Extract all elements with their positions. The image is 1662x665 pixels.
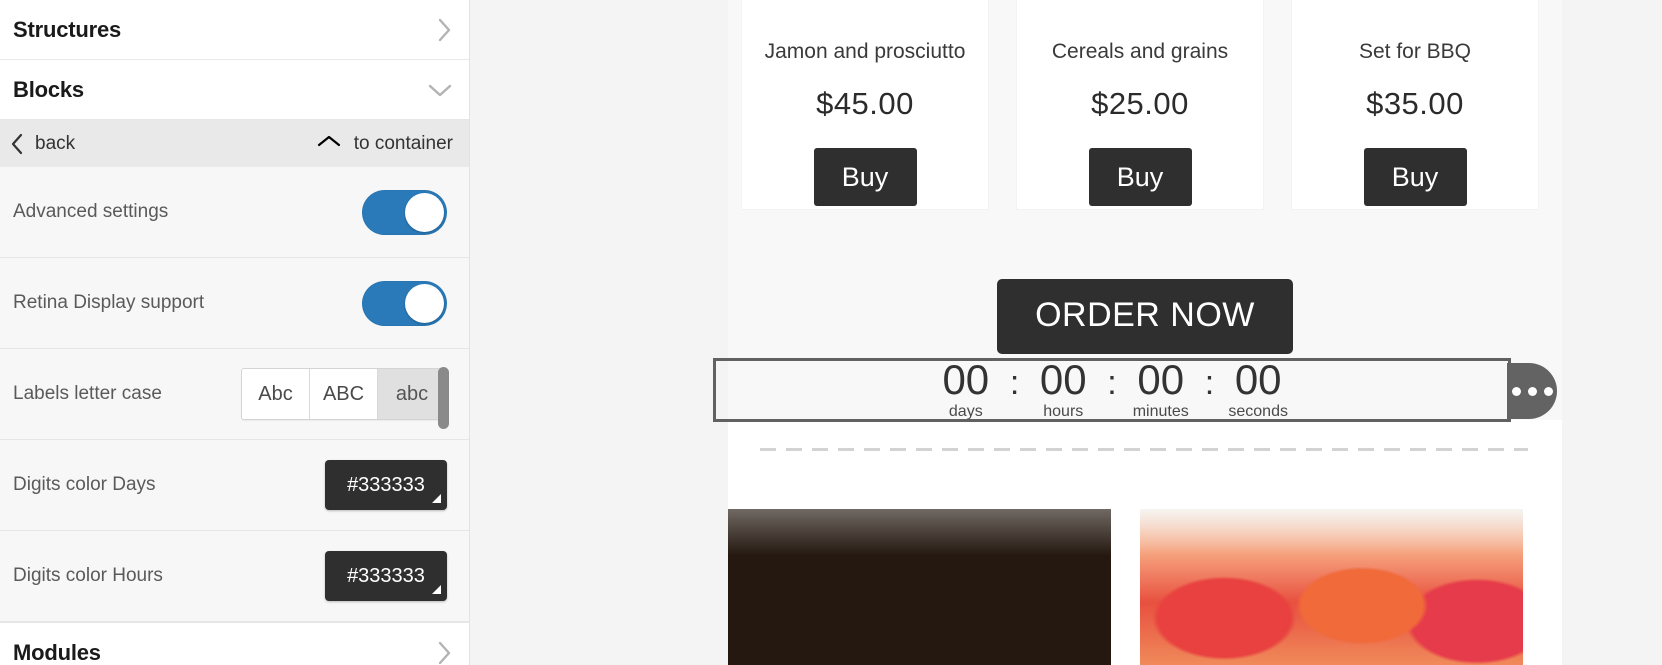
letter-case-option-upper[interactable]: ABC [310,369,378,419]
product-card[interactable]: Cereals and grains $25.00 Buy [1017,0,1263,209]
setting-row-digits-color-hours: Digits color Hours #333333 [0,531,469,622]
product-image-placeholder [742,0,988,40]
sidebar-section-modules-label: Modules [13,639,101,665]
gallery-image-salmon-rolls[interactable] [1140,509,1523,665]
setting-label-retina-display-support: Retina Display support [13,292,205,313]
order-now-wrapper: ORDER NOW [728,279,1562,354]
buy-button[interactable]: Buy [1088,148,1192,206]
countdown-label-seconds: seconds [1228,403,1288,420]
photo-gallery [728,509,1562,665]
sidebar-section-blocks[interactable]: Blocks [0,60,469,120]
countdown-digits-seconds: 00 [1234,356,1282,403]
sidebar-section-structures[interactable]: Structures [0,0,469,60]
countdown-digits-minutes: 00 [1137,356,1185,403]
product-price: $35.00 [1366,86,1464,121]
image-overlay [1140,509,1523,665]
countdown-timer: 00 days : 00 hours : 00 minutes : 00 sec… [716,359,1508,421]
product-image-placeholder [1017,0,1263,40]
product-card[interactable]: Set for BBQ $35.00 Buy [1292,0,1538,209]
chevron-right-icon[interactable] [437,640,453,665]
setting-label-advanced-settings: Advanced settings [13,201,169,222]
toggle-advanced-settings[interactable] [362,189,447,235]
buy-button[interactable]: Buy [1363,148,1467,206]
settings-list: Advanced settings Retina Display support… [0,167,469,622]
countdown-unit-minutes: 00 minutes [1117,359,1205,421]
setting-label-labels-letter-case: Labels letter case [13,383,162,404]
sidebar-scrollbar-thumb[interactable] [438,367,449,429]
countdown-separator: : [1204,363,1215,402]
setting-label-digits-color-days: Digits color Days [13,474,156,495]
color-picker-digits-color-hours[interactable]: #333333 [325,551,447,601]
page-canvas: Jamon and prosciutto $45.00 Buy Cereals … [470,0,1662,665]
product-card[interactable]: Jamon and prosciutto $45.00 Buy [742,0,988,209]
countdown-unit-hours: 00 hours [1019,359,1107,421]
chevron-right-icon[interactable] [437,17,453,43]
countdown-unit-days: 00 days [922,359,1010,421]
product-title: Jamon and prosciutto [764,40,966,63]
letter-case-option-abc-title[interactable]: Abc [242,369,310,419]
color-value-days: #333333 [347,473,425,496]
selected-block-countdown[interactable]: 00 days : 00 hours : 00 minutes : 00 sec… [713,358,1557,422]
editor-window: Structures Blocks back to container Adva… [0,0,1662,665]
segmented-labels-letter-case: Abc ABC abc [241,368,447,420]
countdown-separator: : [1107,363,1117,402]
color-picker-digits-color-days[interactable]: #333333 [325,460,447,510]
countdown-digits-hours: 00 [1039,356,1087,403]
back-button-label: back [35,132,76,154]
product-card-list: Jamon and prosciutto $45.00 Buy Cereals … [742,0,1538,209]
countdown-digits-days: 00 [942,356,990,403]
sidebar-scrollbar[interactable] [438,107,449,605]
gallery-image-canapes[interactable] [728,509,1111,665]
chevron-left-icon [11,133,24,155]
countdown-label-hours: hours [1043,403,1084,420]
image-overlay [728,509,1111,665]
countdown-unit-seconds: 00 seconds [1214,359,1302,421]
countdown-label-minutes: minutes [1132,403,1189,420]
sidebar-section-blocks-label: Blocks [13,76,84,102]
sidebar-section-structures-label: Structures [13,16,122,42]
countdown-label-days: days [948,403,983,420]
ellipsis-icon [1511,386,1521,396]
product-title: Cereals and grains [1051,40,1229,63]
order-now-button[interactable]: ORDER NOW [997,279,1293,354]
setting-row-digits-color-days: Digits color Days #333333 [0,440,469,531]
to-container-button[interactable]: to container [317,133,453,155]
settings-sidebar: Structures Blocks back to container Adva… [0,0,470,665]
countdown-separator: : [1009,363,1020,402]
color-value-hours: #333333 [347,564,425,587]
setting-label-digits-color-hours: Digits color Hours [13,565,163,586]
product-price: $45.00 [816,86,914,121]
product-title: Set for BBQ [1358,40,1472,63]
sidebar-section-modules[interactable]: Modules [0,622,469,665]
ellipsis-icon [1543,386,1553,396]
product-image-placeholder [1292,0,1538,40]
letter-case-option-lower[interactable]: abc [378,369,446,419]
chevron-up-icon [317,134,341,153]
back-button[interactable]: back [11,133,75,155]
chevron-down-icon[interactable] [427,82,453,98]
setting-row-labels-letter-case: Labels letter case Abc ABC abc [0,349,469,440]
dashed-divider [760,448,1528,451]
ellipsis-icon [1527,386,1537,396]
product-price: $25.00 [1091,86,1189,121]
setting-row-retina-display-support: Retina Display support [0,258,469,349]
buy-button[interactable]: Buy [813,148,917,206]
toggle-retina-display-support[interactable] [362,280,447,326]
page-content: Jamon and prosciutto $45.00 Buy Cereals … [713,0,1562,665]
breadcrumb: back to container [0,120,469,167]
setting-row-advanced-settings: Advanced settings [0,167,469,258]
